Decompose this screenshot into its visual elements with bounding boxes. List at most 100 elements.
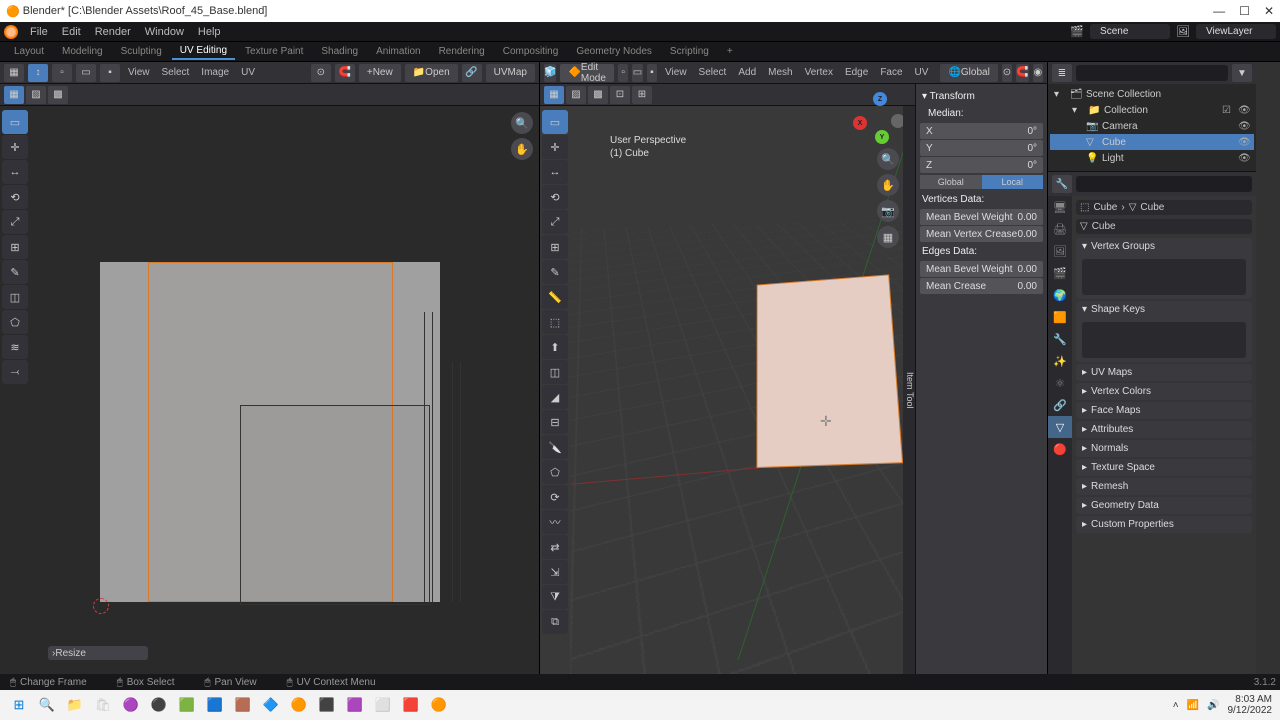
select-mode-face[interactable]: ▪: [647, 64, 657, 82]
new-image-button[interactable]: + New: [359, 64, 401, 82]
ptab-constraints[interactable]: 🔗: [1048, 394, 1072, 416]
vtool-transform[interactable]: ⊞: [542, 235, 568, 259]
light-row[interactable]: 💡Light👁: [1050, 150, 1254, 166]
vtool-extrude[interactable]: ⬆: [542, 335, 568, 359]
tab-compositing[interactable]: Compositing: [495, 44, 567, 59]
vtool-smooth[interactable]: 〰: [542, 510, 568, 534]
tool-transform[interactable]: ⊞: [2, 235, 28, 259]
vp-menu-face[interactable]: Face: [876, 67, 906, 78]
tool-select-box[interactable]: ▭: [2, 110, 28, 134]
taskbar-app-2[interactable]: 🟩: [176, 694, 198, 716]
uv-menu-select[interactable]: Select: [158, 67, 194, 78]
tab-uv-editing[interactable]: UV Editing: [172, 43, 235, 60]
ptab-output[interactable]: 🖨: [1048, 218, 1072, 240]
tab-rendering[interactable]: Rendering: [431, 44, 493, 59]
taskbar-app-5[interactable]: 🔷: [260, 694, 282, 716]
tool-annotate[interactable]: ✎: [2, 260, 28, 284]
tab-texture-paint[interactable]: Texture Paint: [237, 44, 311, 59]
tool-move[interactable]: ↔: [2, 160, 28, 184]
orientation-dropdown[interactable]: 🌐 Global: [940, 64, 997, 82]
uv-menu-image[interactable]: Image: [197, 67, 233, 78]
scene-field[interactable]: Scene: [1090, 24, 1170, 39]
open-image-button[interactable]: 📁 Open: [405, 64, 458, 82]
panel-normals[interactable]: ▸ Normals: [1076, 440, 1252, 457]
tab-scripting[interactable]: Scripting: [662, 44, 717, 59]
uv-sync-button[interactable]: ↕: [28, 64, 48, 82]
overlay-4[interactable]: ⊡: [610, 86, 630, 104]
uv-overlay-3[interactable]: ▩: [48, 86, 68, 104]
mesh-plane[interactable]: [756, 274, 903, 468]
tab-sculpting[interactable]: Sculpting: [113, 44, 170, 59]
uv-pan-icon[interactable]: ✋: [511, 138, 533, 160]
vp-menu-edge[interactable]: Edge: [841, 67, 872, 78]
vtool-annotate[interactable]: ✎: [542, 260, 568, 284]
tab-geometry-nodes[interactable]: Geometry Nodes: [568, 44, 660, 59]
editor-type-3d[interactable]: 🧊: [544, 64, 556, 82]
vtool-edgeslide[interactable]: ⇄: [542, 535, 568, 559]
camera-row[interactable]: 📷Camera👁: [1050, 118, 1254, 134]
uv-menu-uv[interactable]: UV: [237, 67, 259, 78]
overlay-2[interactable]: ▨: [566, 86, 586, 104]
vp-menu-select[interactable]: Select: [695, 67, 731, 78]
vtool-bevel[interactable]: ◢: [542, 385, 568, 409]
panel-attributes[interactable]: ▸ Attributes: [1076, 421, 1252, 438]
taskbar-app-7[interactable]: ⬜: [372, 694, 394, 716]
tool-scale[interactable]: ⤢: [2, 210, 28, 234]
ptab-render[interactable]: 🖥: [1048, 196, 1072, 218]
nav-gizmo[interactable]: X Y Z: [853, 92, 905, 144]
taskbar-app-4[interactable]: 🟫: [232, 694, 254, 716]
scene-collection-row[interactable]: ▾🗂Scene Collection: [1050, 86, 1254, 102]
tool-pinch[interactable]: ⤙: [2, 360, 28, 384]
vp-menu-view[interactable]: View: [661, 67, 691, 78]
tray-volume-icon[interactable]: 🔊: [1207, 700, 1219, 711]
nav-perspective-icon[interactable]: ▦: [877, 226, 899, 248]
vtool-rip[interactable]: ⧉: [542, 610, 568, 634]
taskbar-app-6[interactable]: 🟪: [344, 694, 366, 716]
ptab-scene[interactable]: 🎬: [1048, 262, 1072, 284]
tab-layout[interactable]: Layout: [6, 44, 52, 59]
tool-cursor[interactable]: ✛: [2, 135, 28, 159]
taskbar-app-1[interactable]: 🟣: [120, 694, 142, 716]
vtool-shrink[interactable]: ⇲: [542, 560, 568, 584]
taskbar-obs[interactable]: ⚫: [148, 694, 170, 716]
vtool-spin[interactable]: ⟳: [542, 485, 568, 509]
vtool-scale[interactable]: ⤢: [542, 210, 568, 234]
vtool-move[interactable]: ↔: [542, 160, 568, 184]
uvmap-field[interactable]: UVMap: [486, 64, 535, 82]
start-button[interactable]: ⊞: [8, 694, 30, 716]
uvmap-link[interactable]: 🔗: [462, 64, 482, 82]
menu-help[interactable]: Help: [192, 24, 227, 40]
uv-zoom-icon[interactable]: 🔍: [511, 112, 533, 134]
tab-shading[interactable]: Shading: [313, 44, 366, 59]
vtool-select[interactable]: ▭: [542, 110, 568, 134]
uv-select-mode-vertex[interactable]: ▫: [52, 64, 72, 82]
vp-menu-mesh[interactable]: Mesh: [764, 67, 796, 78]
ptab-modifiers[interactable]: 🔧: [1048, 328, 1072, 350]
vtool-polybuild[interactable]: ⬠: [542, 460, 568, 484]
panel-face-maps[interactable]: ▸ Face Maps: [1076, 402, 1252, 419]
panel-uv-maps[interactable]: ▸ UV Maps: [1076, 364, 1252, 381]
tool-rip[interactable]: ◫: [2, 285, 28, 309]
vtool-measure[interactable]: 📏: [542, 285, 568, 309]
taskbar-search[interactable]: 🔍: [36, 694, 58, 716]
transform-header[interactable]: ▾ Transform: [920, 88, 1043, 105]
overlay-5[interactable]: ⊞: [632, 86, 652, 104]
ptab-object[interactable]: 🟧: [1048, 306, 1072, 328]
gizmo-y[interactable]: Y: [875, 130, 889, 144]
proportional-edit[interactable]: ◉: [1033, 64, 1043, 82]
clock[interactable]: 8:03 AM9/12/2022: [1228, 694, 1273, 716]
tool-relax[interactable]: ≋: [2, 335, 28, 359]
median-z[interactable]: Z0°: [920, 157, 1043, 173]
viewlayer-field[interactable]: ViewLayer: [1196, 24, 1276, 39]
taskbar-blender-1[interactable]: 🟠: [288, 694, 310, 716]
gizmo-x[interactable]: X: [853, 116, 867, 130]
props-search[interactable]: [1076, 176, 1252, 192]
vtool-shear[interactable]: ⧩: [542, 585, 568, 609]
vtool-inset[interactable]: ◫: [542, 360, 568, 384]
uv-select-mode-face[interactable]: ▪: [100, 64, 120, 82]
maximize-button[interactable]: ☐: [1239, 4, 1250, 18]
panel-vertex-groups[interactable]: ▾ Vertex Groups: [1076, 238, 1252, 255]
cube-row[interactable]: ▽Cube👁: [1050, 134, 1254, 150]
gizmo-z[interactable]: Z: [873, 92, 887, 106]
tool-rotate[interactable]: ⟲: [2, 185, 28, 209]
